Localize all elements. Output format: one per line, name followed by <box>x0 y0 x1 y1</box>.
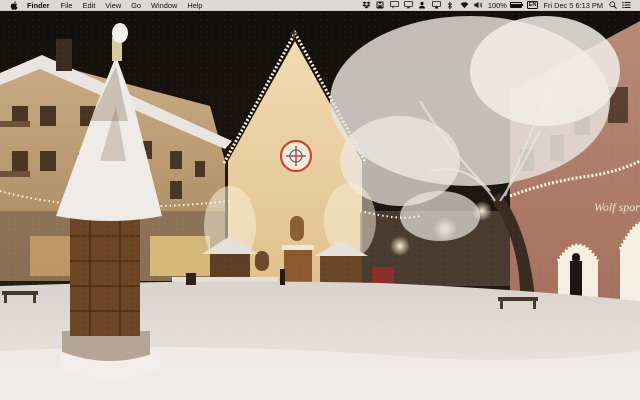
keyboard-input-icon[interactable]: EN <box>526 1 539 9</box>
display-icon[interactable] <box>403 1 413 10</box>
screen-mirroring-icon[interactable] <box>431 1 441 10</box>
wifi-icon[interactable] <box>460 1 469 10</box>
menu-file[interactable]: File <box>61 0 73 11</box>
battery-icon[interactable] <box>509 2 524 8</box>
notification-list-icon[interactable] <box>622 1 631 10</box>
user-icon[interactable] <box>418 1 427 10</box>
menu-edit[interactable]: Edit <box>83 0 96 11</box>
menu-help[interactable]: Help <box>187 0 202 11</box>
menu-go[interactable]: Go <box>131 0 141 11</box>
menu-bar-left: Finder File Edit View Go Window Help <box>0 0 213 11</box>
menu-bar-clock[interactable]: Fri Dec 5 6:13 PM <box>543 0 603 11</box>
desktop-wallpaper: Wolf sport <box>0 11 640 400</box>
bluetooth-icon[interactable] <box>446 0 455 10</box>
menu-view[interactable]: View <box>105 0 121 11</box>
menu-bar: Finder File Edit View Go Window Help 100… <box>0 0 640 11</box>
menu-bar-status: 100% EN Fri Dec 5 6:13 PM <box>357 0 640 11</box>
malwarebytes-icon[interactable] <box>376 1 385 10</box>
message-icon[interactable] <box>389 1 399 10</box>
apple-menu-icon[interactable] <box>10 0 18 10</box>
volume-icon[interactable] <box>474 1 483 10</box>
search-icon[interactable] <box>608 1 617 10</box>
app-menu-finder[interactable]: Finder <box>27 0 50 11</box>
battery-percent[interactable]: 100% <box>488 0 507 11</box>
dropbox-icon[interactable] <box>362 1 371 10</box>
menu-window[interactable]: Window <box>151 0 177 11</box>
